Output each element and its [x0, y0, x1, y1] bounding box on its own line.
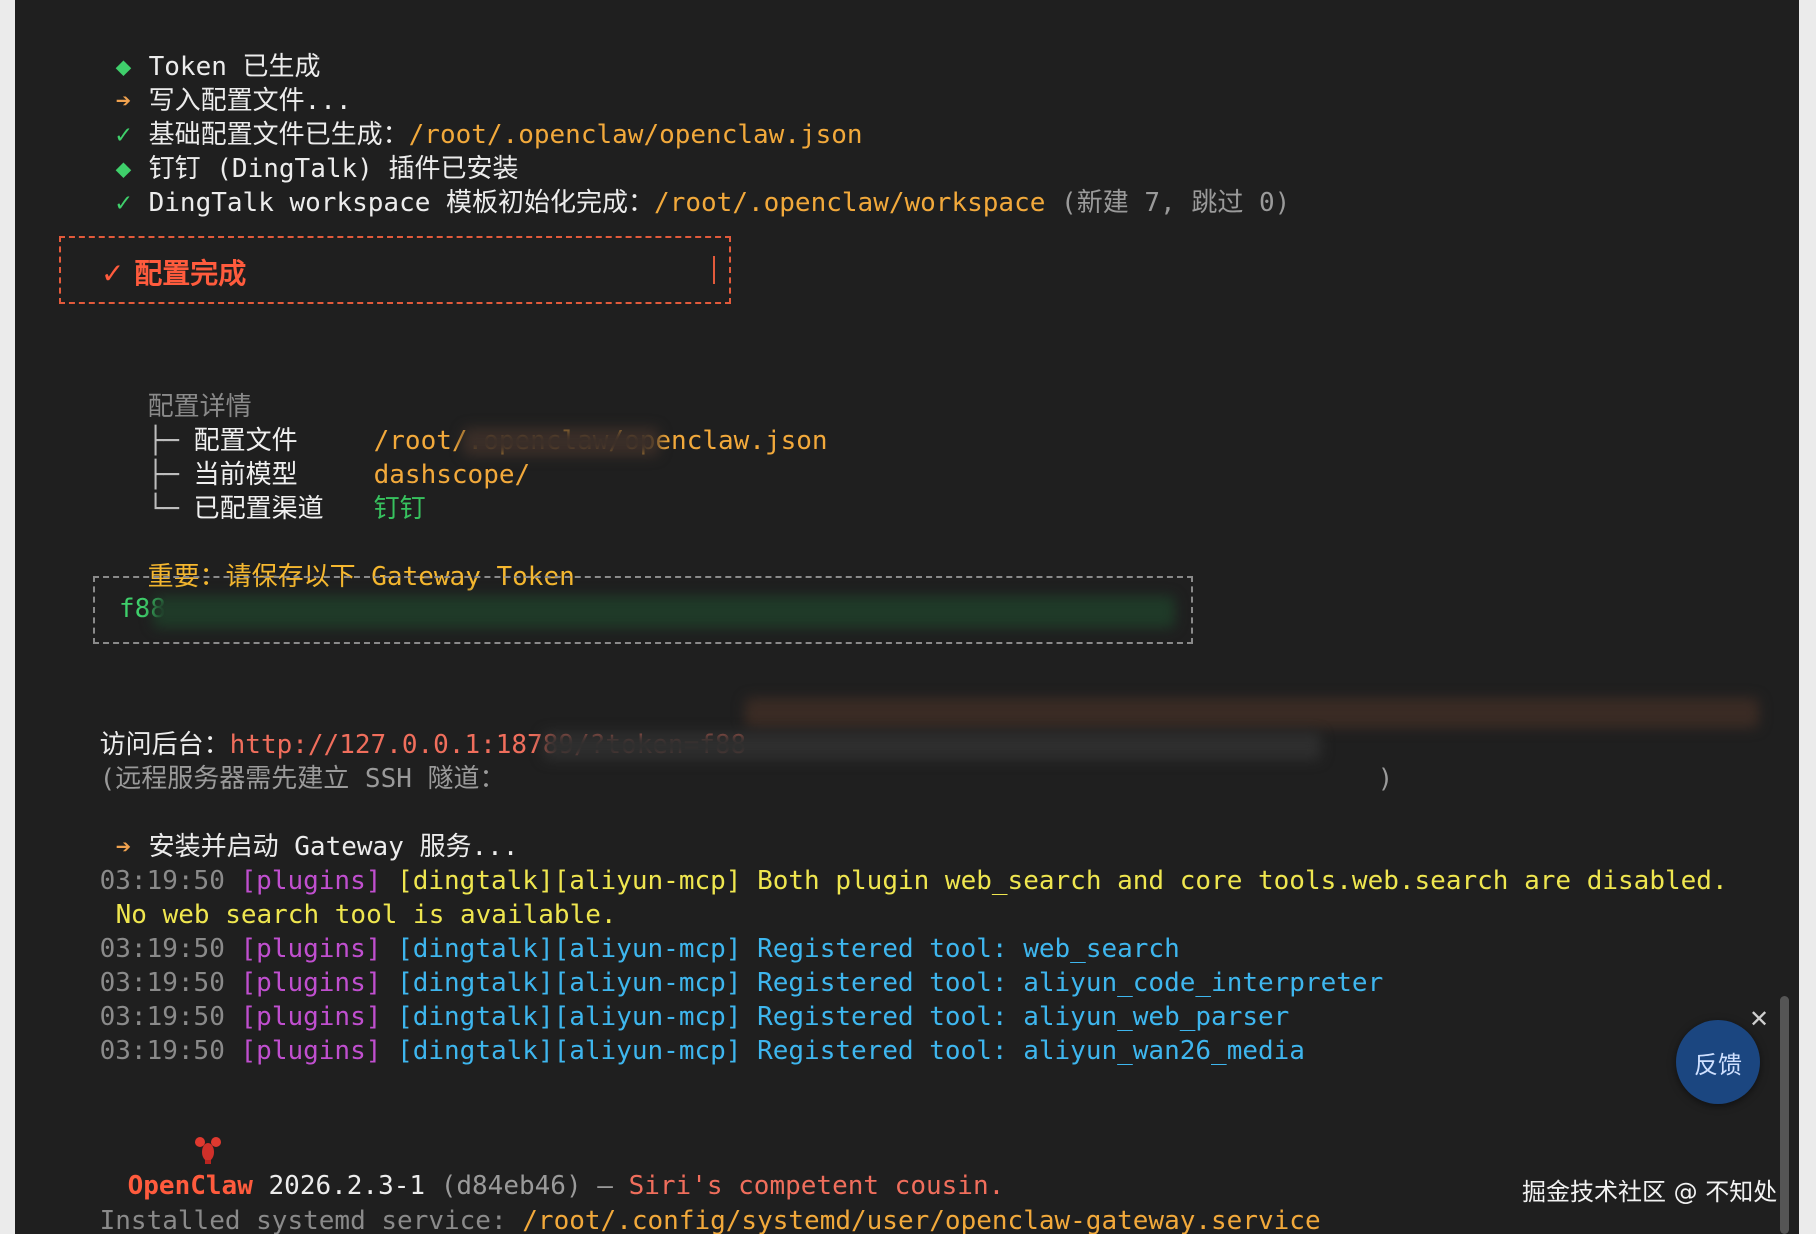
log-line-continuation: No web search tool is available. — [115, 900, 617, 930]
log-line: 03:19:50 [plugins] [dingtalk][aliyun-mcp… — [99, 968, 1384, 998]
redacted-ssh-command — [543, 732, 1321, 760]
feedback-button[interactable]: 反馈 — [1676, 1020, 1760, 1104]
access-line: 访问后台：http://127.0.0.1:18789/?token=f88 — [99, 730, 747, 760]
terminal-window[interactable]: ◆ Token 已生成 ➔ 写入配置文件... ✓ 基础配置文件已生成：/root/.… — [15, 0, 1799, 1234]
plugin-installed-line: ◆ 钉钉 (DingTalk) 插件已安装 — [115, 154, 519, 184]
install-gateway-line: ➔ 安装并启动 Gateway 服务... — [115, 832, 519, 862]
ssh-note-line: (远程服务器需先建立 SSH 隧道： — [99, 764, 506, 794]
details-title: 配置详情 — [147, 392, 252, 422]
redacted-model-name — [463, 428, 659, 456]
lobster-icon — [100, 1102, 221, 1164]
openclaw-banner: OpenClaw 2026.2.3-1 (d84eb46) — Siri's c… — [37, 1068, 1004, 1201]
redacted-token — [153, 596, 1175, 628]
token-generated-line: ◆ Token 已生成 — [115, 52, 321, 82]
log-line: 03:19:50 [plugins] [dingtalk][aliyun-mcp… — [99, 934, 1180, 964]
important-notice: 重要：请保存以下 Gateway Token — [147, 562, 575, 592]
details-row: ├─配置文件/root/.openclaw/openclaw.json — [147, 426, 828, 456]
details-row: └─ 已配置渠道 钉钉 — [147, 494, 426, 524]
log-line: 03:19:50 [plugins] [dingtalk][aliyun-mcp… — [99, 1036, 1305, 1066]
redacted-url-token — [745, 698, 1759, 728]
base-config-line: ✓ 基础配置文件已生成：/root/.openclaw/openclaw.json — [115, 120, 863, 150]
ssh-note-close: ) — [1377, 764, 1394, 794]
config-done-text: ✓ 配置完成 — [101, 257, 247, 290]
scrollbar[interactable] — [1780, 996, 1789, 1234]
check-icon: ✓ — [115, 188, 132, 218]
workspace-line: ✓ DingTalk workspace 模板初始化完成：/root/.openc… — [115, 188, 1291, 218]
writing-config-line: ➔ 写入配置文件... — [115, 86, 352, 116]
watermark: 掘金技术社区 @ 不知处 — [1522, 1178, 1778, 1206]
log-line: 03:19:50 [plugins] [dingtalk][aliyun-mcp… — [99, 1002, 1290, 1032]
close-icon[interactable]: ✕ — [1748, 1007, 1770, 1031]
config-done-box: ✓ 配置完成 — [59, 236, 731, 304]
systemd-line: Installed systemd service: /root/.config… — [99, 1206, 1321, 1234]
box-divider — [713, 256, 715, 284]
log-line: 03:19:50 [plugins] [dingtalk][aliyun-mcp… — [99, 866, 1728, 896]
